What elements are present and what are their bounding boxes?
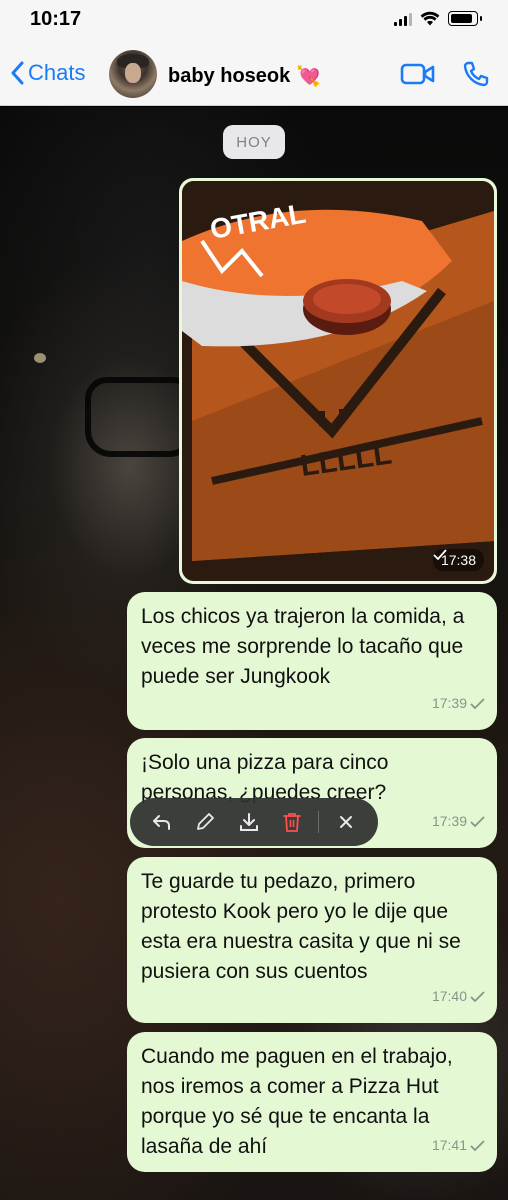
toolbar-divider: [317, 811, 319, 833]
message-time: 17:40: [431, 988, 467, 1004]
back-label: Chats: [28, 60, 86, 85]
message-meta: 17:39: [432, 806, 485, 836]
contact-name-text: baby hoseok: [168, 64, 291, 87]
download-button[interactable]: [227, 802, 270, 842]
status-icons: [394, 11, 482, 26]
message-meta: 17:40: [432, 981, 485, 1011]
message-time: 17:41: [431, 1137, 467, 1153]
check-icon: [470, 815, 485, 827]
phone-icon: [463, 61, 489, 87]
chevron-left-icon: [11, 61, 24, 85]
delete-icon: [283, 813, 301, 832]
pizza-box-image: LLLLL OTRAL: [182, 181, 494, 581]
contact-name[interactable]: baby hoseok 💘: [168, 64, 321, 88]
check-icon: [433, 549, 447, 560]
message-time: 17:39: [431, 813, 467, 829]
delete-button[interactable]: [270, 802, 313, 842]
close-icon: [340, 816, 353, 828]
reply-icon: [152, 815, 170, 830]
avatar[interactable]: [109, 50, 157, 98]
battery-icon: [448, 11, 482, 26]
message-meta: 17:41: [432, 1130, 485, 1160]
close-button[interactable]: [325, 802, 368, 842]
heart-arrow-emoji: 💘: [296, 64, 322, 88]
message-bubble[interactable]: Te guarde tu pedazo, primero protesto Ko…: [127, 857, 497, 1023]
check-icon: [470, 697, 485, 709]
message-action-bar: [130, 798, 378, 846]
video-call-button[interactable]: [400, 62, 436, 91]
wifi-icon: [420, 11, 440, 26]
download-icon: [239, 813, 258, 831]
voice-call-button[interactable]: [462, 60, 490, 93]
check-icon: [470, 990, 485, 1002]
date-chip: HOY: [223, 125, 285, 159]
edit-icon: [197, 813, 215, 830]
cellular-signal-icon: [394, 12, 412, 26]
message-text: Los chicos ya trajeron la comida, a vece…: [141, 605, 465, 688]
message-text: Te guarde tu pedazo, primero protesto Ko…: [141, 870, 461, 983]
status-time: 10:17: [30, 8, 82, 30]
message-bubble[interactable]: Los chicos ya trajeron la comida, a vece…: [127, 592, 497, 730]
message-bubble[interactable]: Cuando me paguen en el trabajo, nos irem…: [127, 1032, 497, 1172]
video-call-icon: [400, 63, 435, 85]
image-timestamp: 17:38: [432, 549, 484, 571]
check-icon: [470, 1139, 485, 1151]
message-meta: 17:39: [432, 688, 485, 718]
message-time: 17:39: [431, 695, 467, 711]
image-message[interactable]: LLLLL OTRAL 17:38: [179, 178, 497, 584]
reply-button[interactable]: [140, 802, 183, 842]
chat-header: Chats baby hoseok 💘: [0, 40, 508, 106]
edit-button[interactable]: [183, 802, 226, 842]
status-bar: 10:17: [0, 0, 508, 40]
pizza-photo[interactable]: LLLLL OTRAL 17:38: [182, 181, 494, 581]
back-button[interactable]: Chats: [10, 60, 85, 86]
